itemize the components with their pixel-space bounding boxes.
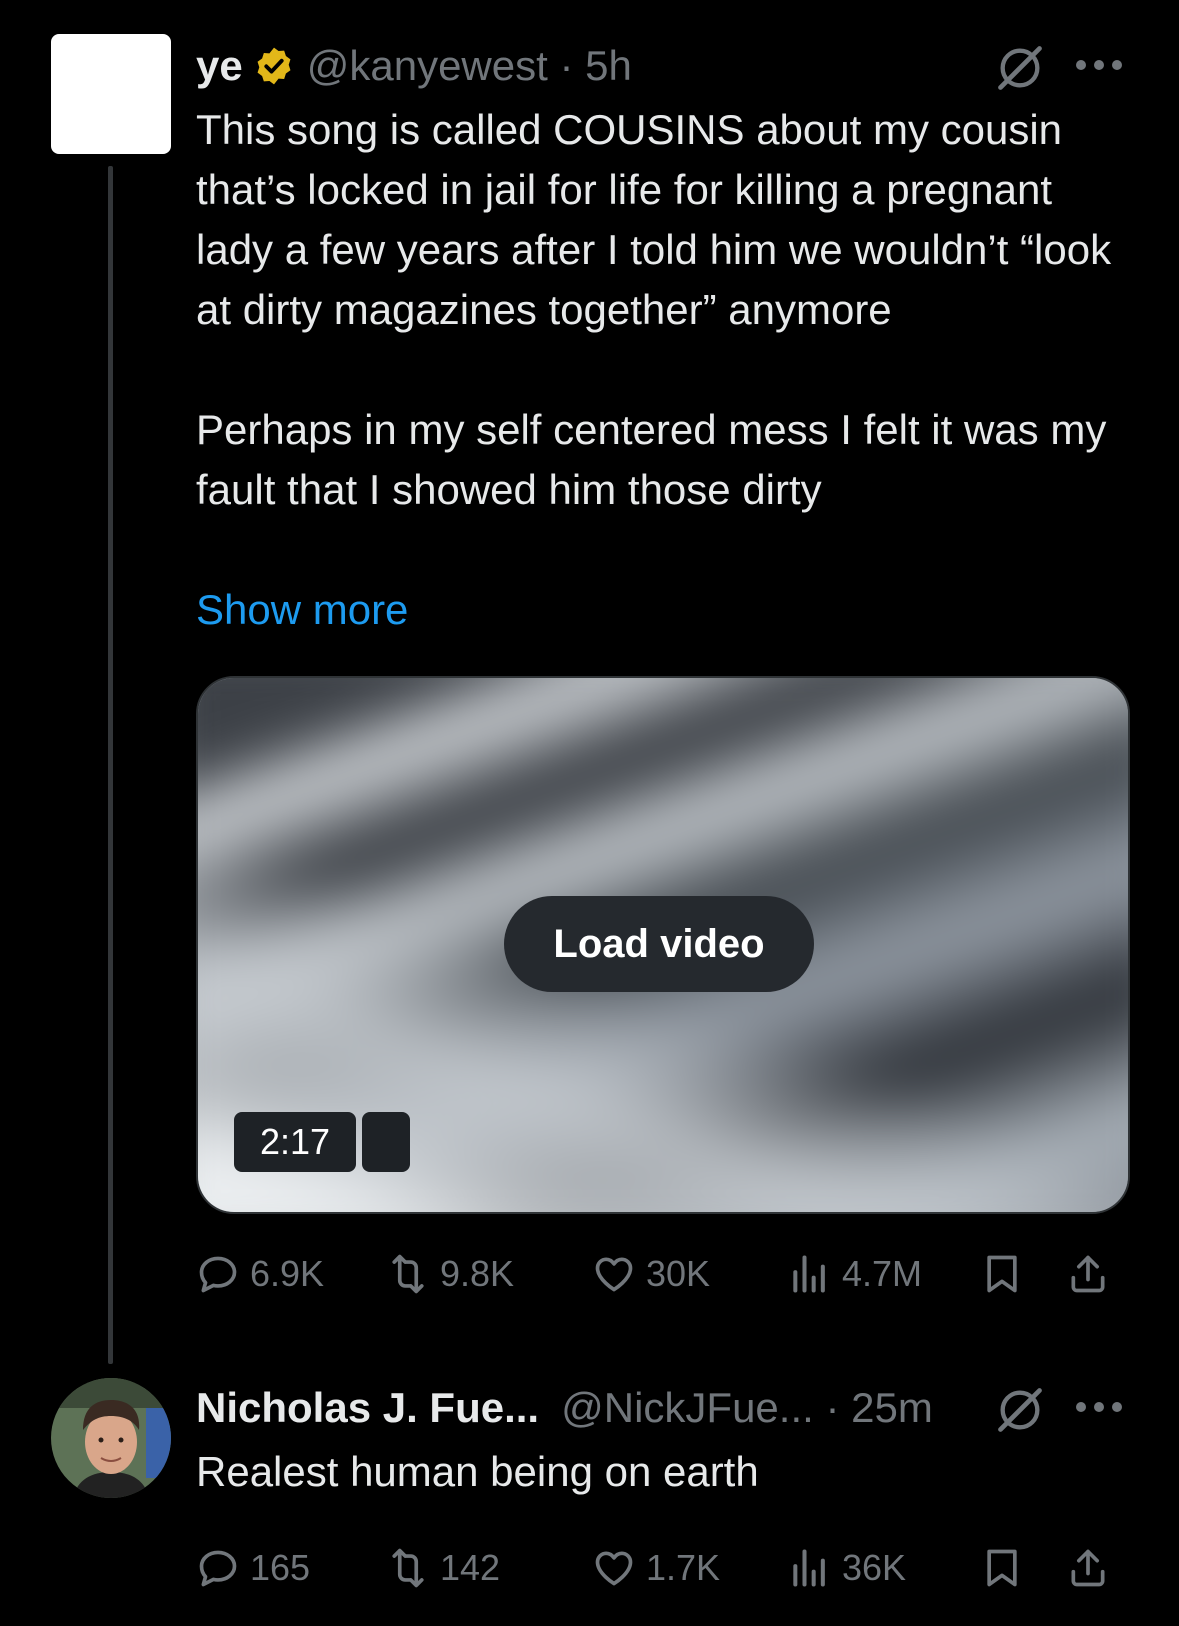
tweet-text: This song is called COUSINS about my cou… <box>196 100 1136 520</box>
reply-icon <box>199 1256 237 1293</box>
views-icon <box>793 1549 825 1587</box>
reply-author-handle[interactable]: @NickJFue... <box>561 1384 814 1432</box>
share-button[interactable] <box>1066 1244 1110 1304</box>
like-button[interactable]: 30K <box>592 1244 710 1304</box>
like-icon <box>595 1257 633 1292</box>
bookmark-button[interactable] <box>980 1538 1024 1598</box>
tweet-paragraph: This song is called COUSINS about my cou… <box>196 106 1112 333</box>
views-count: 4.7M <box>842 1253 923 1294</box>
reply-button[interactable]: 165 <box>196 1538 310 1598</box>
share-button[interactable] <box>1066 1538 1110 1598</box>
tweet-action-bar: 6.9K 9.8K 30K 4.7M <box>196 1244 1123 1304</box>
video-duration: 2:17 <box>234 1112 357 1172</box>
grok-icon[interactable] <box>994 1384 1046 1436</box>
author-handle[interactable]: @kanyewest <box>307 42 548 90</box>
reply-icon <box>199 1550 237 1587</box>
video-duration-badge: 2:17 <box>234 1112 411 1172</box>
more-icon[interactable] <box>1074 1400 1124 1414</box>
views-count: 36K <box>842 1547 907 1588</box>
reply-count: 165 <box>250 1547 311 1588</box>
like-count: 30K <box>646 1253 711 1294</box>
tweet-paragraph: Perhaps in my self centered mess I felt … <box>196 406 1107 513</box>
like-count: 1.7K <box>646 1547 721 1588</box>
like-button[interactable]: 1.7K <box>592 1538 720 1598</box>
thread-line <box>108 166 113 1364</box>
more-icon[interactable] <box>1074 58 1124 72</box>
tweet-header: ye @kanyewest · 5h <box>196 36 1119 96</box>
reply-author-avatar[interactable] <box>51 1378 171 1498</box>
author-name[interactable]: ye <box>196 42 243 90</box>
repost-button[interactable]: 9.8K <box>386 1244 514 1304</box>
repost-icon <box>392 1548 424 1588</box>
views-button[interactable]: 36K <box>788 1538 906 1598</box>
reply-action-bar: 165 142 1.7K 36K <box>196 1538 1123 1598</box>
tweet-time[interactable]: 5h <box>585 42 632 90</box>
reply-count: 6.9K <box>250 1253 325 1294</box>
author-avatar[interactable] <box>51 34 171 154</box>
repost-count: 142 <box>440 1547 501 1588</box>
reply-time[interactable]: 25m <box>851 1384 933 1432</box>
bookmark-button[interactable] <box>980 1244 1024 1304</box>
video-preview[interactable]: Load video 2:17 <box>196 676 1130 1214</box>
bookmark-icon <box>987 1549 1017 1587</box>
video-indicator-box <box>362 1112 411 1172</box>
like-icon <box>595 1551 633 1586</box>
bookmark-icon <box>987 1255 1017 1293</box>
repost-count: 9.8K <box>440 1253 515 1294</box>
load-video-button[interactable]: Load video <box>504 896 814 992</box>
verified-badge-icon <box>257 47 291 85</box>
reply-button[interactable]: 6.9K <box>196 1244 324 1304</box>
reply-author-name[interactable]: Nicholas J. Fue... <box>196 1384 539 1432</box>
repost-icon <box>392 1254 424 1294</box>
time-separator: · <box>813 1384 852 1431</box>
show-more-link[interactable]: Show more <box>196 580 408 640</box>
reply-text: Realest human being on earth <box>196 1448 759 1495</box>
time-separator: · <box>547 42 586 89</box>
reply-header: Nicholas J. Fue... @NickJFue... · 25m <box>196 1378 1119 1438</box>
share-icon <box>1071 1549 1105 1587</box>
grok-icon[interactable] <box>994 42 1046 94</box>
share-icon <box>1071 1255 1105 1293</box>
repost-button[interactable]: 142 <box>386 1538 500 1598</box>
views-button[interactable]: 4.7M <box>788 1244 922 1304</box>
views-icon <box>793 1255 825 1293</box>
